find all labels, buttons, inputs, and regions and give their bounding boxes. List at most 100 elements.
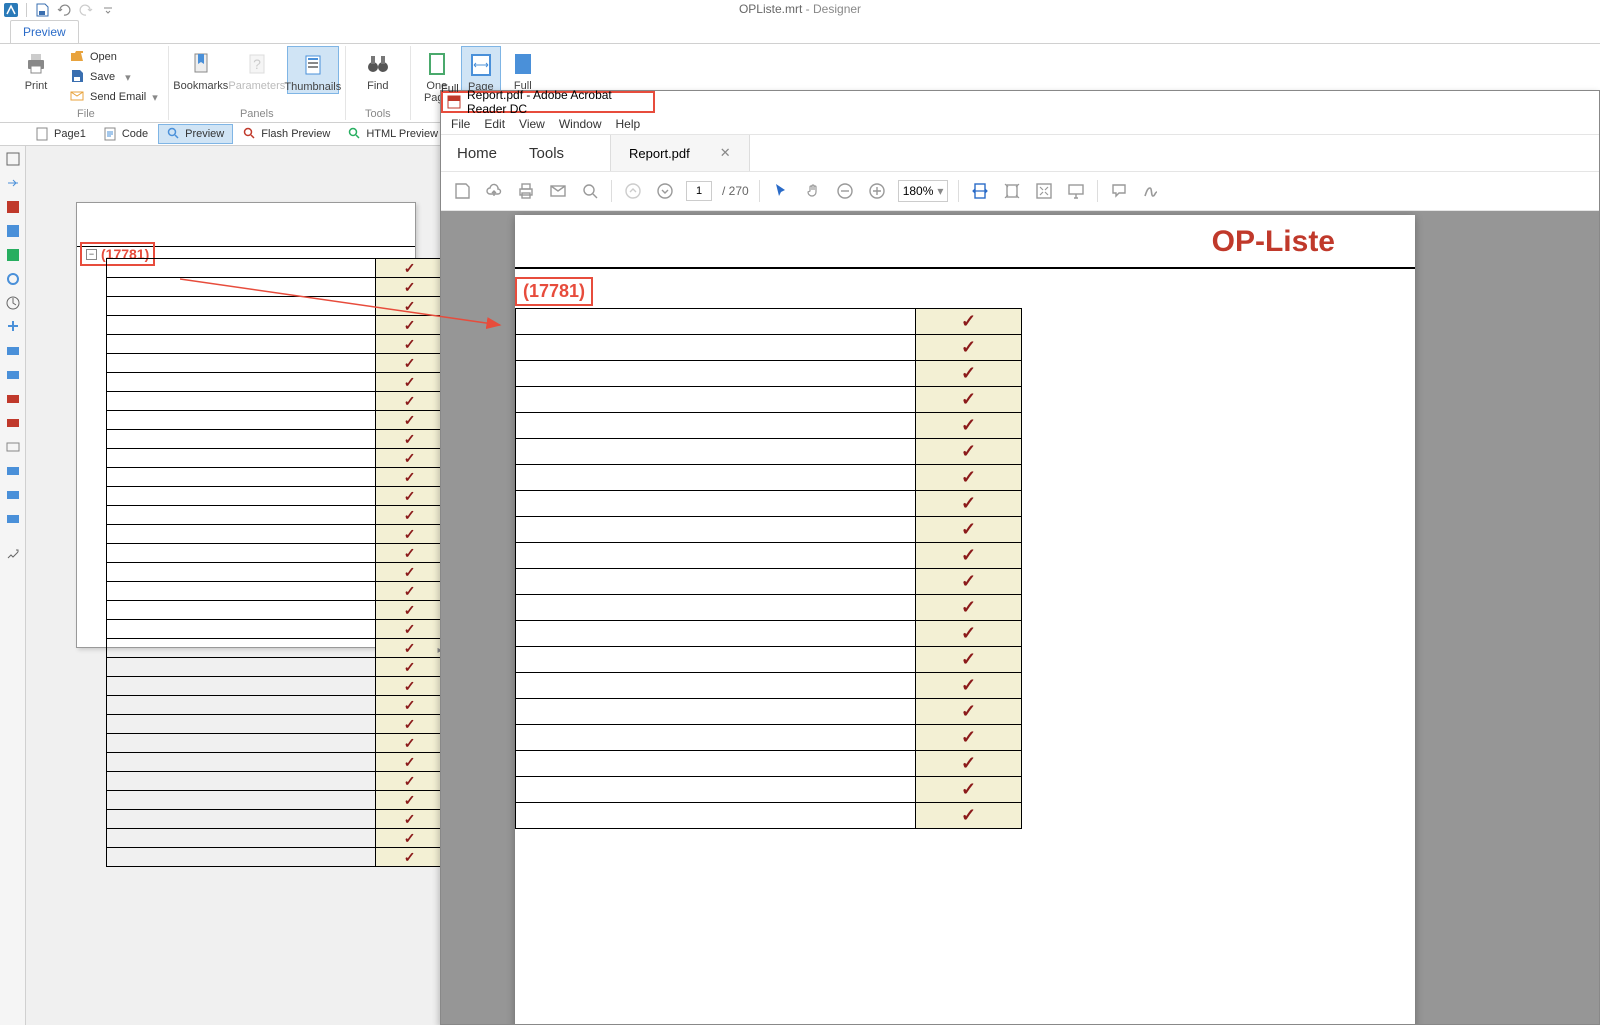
sidebar-tool-icon[interactable]	[4, 150, 22, 168]
search-icon[interactable]	[579, 180, 601, 202]
tab-preview[interactable]: Preview	[10, 20, 79, 43]
sidebar-tool-icon[interactable]	[4, 462, 22, 480]
acrobat-table: ✓✓✓✓✓✓✓✓✓✓✓✓✓✓✓✓✓✓✓✓	[515, 308, 1022, 829]
open-button[interactable]: Open	[66, 48, 162, 66]
checkmark-icon: ✓	[404, 564, 416, 580]
table-row: ✓	[107, 259, 441, 278]
acrobat-canvas[interactable]: OP-Liste (17781) ✓✓✓✓✓✓✓✓✓✓✓✓✓✓✓✓✓✓✓✓	[441, 211, 1599, 1024]
fullscreen-icon[interactable]	[1033, 180, 1055, 202]
save-icon[interactable]	[33, 1, 51, 19]
sidebar-tool-icon[interactable]	[4, 486, 22, 504]
sidebar-tool-icon[interactable]	[4, 342, 22, 360]
close-icon[interactable]: ✕	[720, 145, 731, 161]
checkmark-icon: ✓	[404, 678, 416, 694]
checkmark-icon: ✓	[961, 701, 976, 721]
pointer-icon[interactable]	[770, 180, 792, 202]
full-button[interactable]: Full	[505, 46, 541, 92]
sidebar-tool-icon[interactable]	[4, 414, 22, 432]
thumbnails-button[interactable]: Thumbnails	[287, 46, 339, 94]
sign-icon[interactable]	[1140, 180, 1162, 202]
menu-window[interactable]: Window	[559, 117, 602, 131]
dropdown-icon[interactable]	[99, 1, 117, 19]
docbar-page1[interactable]: Page1	[28, 125, 94, 143]
save-button[interactable]: Save ▾	[66, 68, 162, 86]
checkmark-icon: ✓	[404, 412, 416, 428]
envelope-icon[interactable]	[547, 180, 569, 202]
fit-width-icon[interactable]	[969, 180, 991, 202]
table-row: ✓	[107, 335, 441, 354]
checkmark-icon: ✓	[961, 727, 976, 747]
menu-edit[interactable]: Edit	[484, 117, 505, 131]
print-button[interactable]: Print	[10, 46, 62, 92]
page-number-input[interactable]	[686, 181, 712, 201]
checkmark-icon: ✓	[404, 393, 416, 409]
docbar-preview[interactable]: Preview	[158, 124, 233, 144]
zoom-out-icon[interactable]	[834, 180, 856, 202]
acrobat-tab-document[interactable]: Report.pdf ✕	[610, 135, 750, 171]
checkmark-icon: ✓	[961, 597, 976, 617]
app-icon[interactable]	[2, 1, 20, 19]
sidebar-tool-icon[interactable]	[4, 198, 22, 216]
menu-view[interactable]: View	[519, 117, 545, 131]
table-row: ✓	[516, 621, 1022, 647]
cloud-icon[interactable]	[483, 180, 505, 202]
hand-icon[interactable]	[802, 180, 824, 202]
checkmark-icon: ✓	[961, 623, 976, 643]
table-row: ✓	[107, 278, 441, 297]
save-icon[interactable]	[451, 180, 473, 202]
menu-file[interactable]: File	[451, 117, 470, 131]
acrobat-page: OP-Liste (17781) ✓✓✓✓✓✓✓✓✓✓✓✓✓✓✓✓✓✓✓✓	[515, 215, 1415, 1024]
table-row: ✓	[107, 772, 441, 791]
checkmark-icon: ✓	[404, 374, 416, 390]
checkmark-icon: ✓	[404, 583, 416, 599]
sidebar-tool-icon[interactable]	[4, 174, 22, 192]
table-row: ✓	[107, 525, 441, 544]
sidebar-tool-icon[interactable]	[4, 222, 22, 240]
redo-icon[interactable]	[77, 1, 95, 19]
full-page-icon	[507, 48, 539, 80]
zoom-select[interactable]: 180% ▾	[898, 180, 949, 202]
docbar-html[interactable]: HTML Preview	[340, 125, 446, 143]
table-row: ✓	[107, 715, 441, 734]
undo-icon[interactable]	[55, 1, 73, 19]
thumbnails-icon	[297, 49, 329, 81]
comment-icon[interactable]	[1108, 180, 1130, 202]
sidebar-tool-icon[interactable]	[4, 366, 22, 384]
sidebar-tool-icon[interactable]	[4, 390, 22, 408]
docbar-flash[interactable]: Flash Preview	[235, 125, 338, 143]
acrobat-tab-home[interactable]: Home	[441, 137, 513, 170]
table-row: ✓	[516, 335, 1022, 361]
find-button[interactable]: Find	[352, 46, 404, 92]
table-row: ✓	[516, 309, 1022, 335]
send-email-button[interactable]: Send Email ▾	[66, 88, 162, 106]
table-row: ✓	[107, 810, 441, 829]
docbar-code[interactable]: Code	[96, 125, 156, 143]
sidebar-tool-icon[interactable]	[4, 294, 22, 312]
sidebar-tool-icon[interactable]	[4, 246, 22, 264]
left-sidebar	[0, 146, 26, 1025]
page-up-icon[interactable]	[622, 180, 644, 202]
acrobat-tab-tools[interactable]: Tools	[513, 137, 580, 170]
sidebar-tool-icon[interactable]	[4, 510, 22, 528]
sidebar-tool-icon[interactable]	[4, 318, 22, 336]
zoom-in-icon[interactable]	[866, 180, 888, 202]
acrobat-toolbar: / 270 180% ▾	[441, 171, 1599, 211]
parameters-button[interactable]: ? Parameters	[231, 46, 283, 92]
sidebar-tool-icon[interactable]	[4, 270, 22, 288]
fit-page-icon[interactable]	[1001, 180, 1023, 202]
sidebar-tool-icon[interactable]	[4, 544, 22, 562]
printer-icon[interactable]	[515, 180, 537, 202]
bookmarks-button[interactable]: Bookmarks	[175, 46, 227, 92]
page-down-icon[interactable]	[654, 180, 676, 202]
table-row: ✓	[516, 439, 1022, 465]
checkmark-icon: ✓	[404, 317, 416, 333]
menu-help[interactable]: Help	[616, 117, 641, 131]
table-row: ✓	[516, 491, 1022, 517]
collapse-icon[interactable]: −	[86, 249, 97, 260]
checkmark-icon: ✓	[404, 754, 416, 770]
ribbon-tabs: Preview	[0, 20, 1600, 44]
sidebar-tool-icon[interactable]	[4, 438, 22, 456]
read-mode-icon[interactable]	[1065, 180, 1087, 202]
preview-canvas[interactable]: − (17781) ✓✓✓✓✓✓✓✓✓✓✓✓✓✓✓✓✓✓✓✓✓✓✓✓✓✓✓✓✓✓…	[26, 146, 440, 1025]
table-row: ✓	[107, 316, 441, 335]
